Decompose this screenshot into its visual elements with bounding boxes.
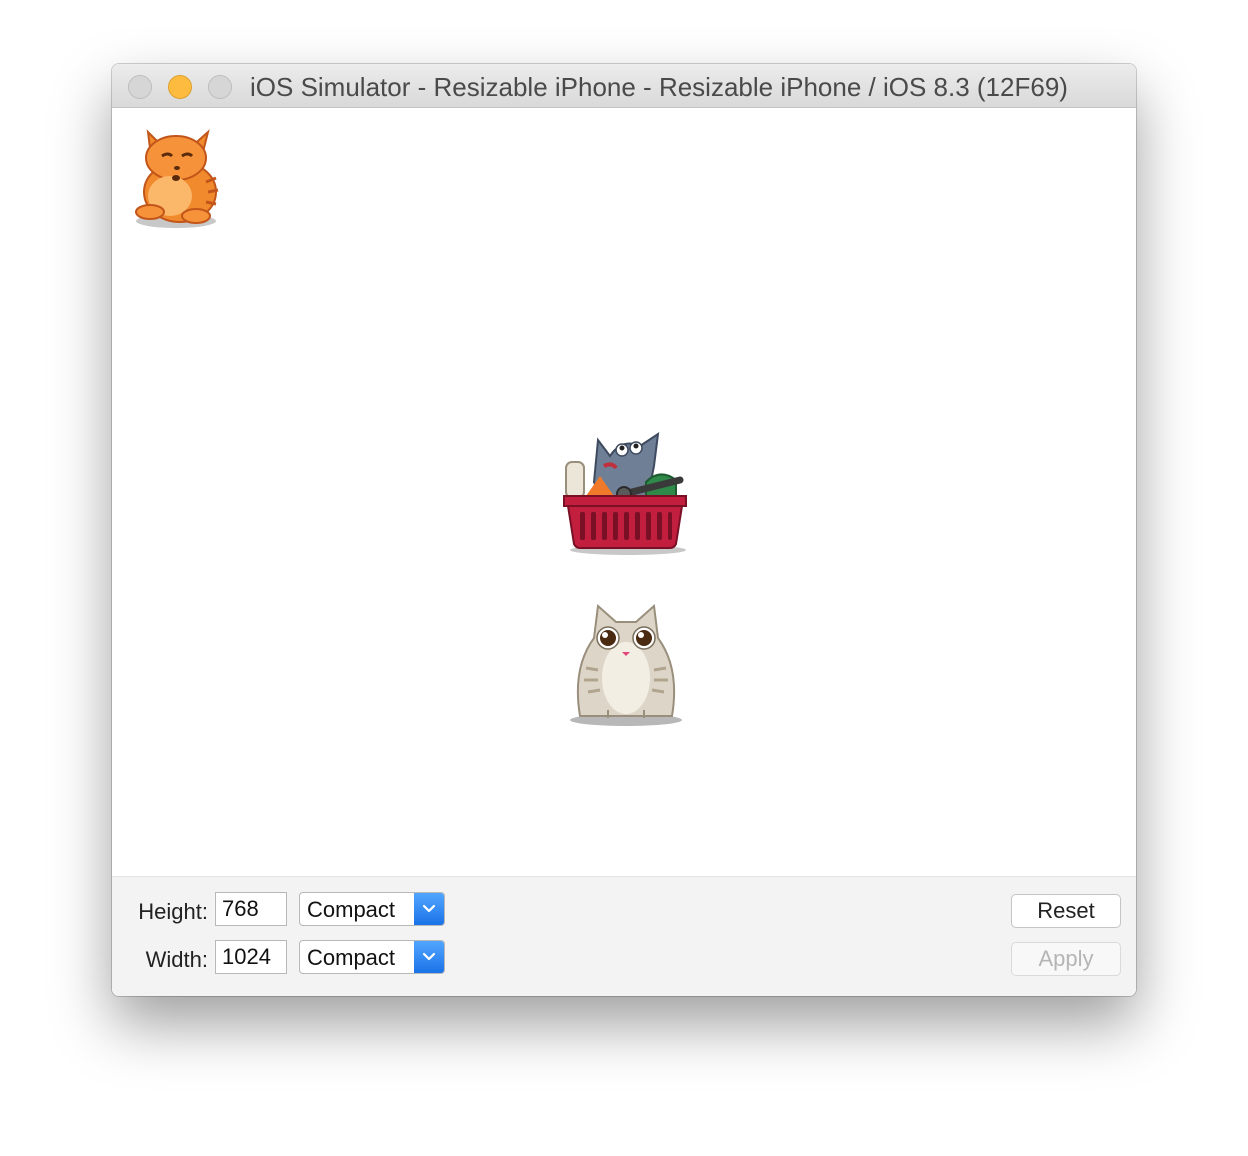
width-input[interactable] (215, 940, 287, 974)
height-size-class-select[interactable]: Compact (299, 892, 445, 926)
window-title: iOS Simulator - Resizable iPhone - Resiz… (250, 72, 1068, 102)
width-size-class-value: Compact (307, 945, 396, 970)
height-label: Height: (138, 899, 208, 924)
apply-button[interactable]: Apply (1011, 942, 1121, 976)
minimize-button[interactable] (168, 75, 192, 99)
size-controls-bar: Height: Compact Width: Compact Reset App… (112, 876, 1136, 996)
close-button[interactable] (128, 75, 152, 99)
beige-cat-sticker-icon[interactable] (568, 598, 684, 728)
width-size-class-select[interactable]: Compact (299, 940, 445, 974)
width-label: Width: (145, 947, 208, 972)
chevron-down-icon[interactable] (414, 941, 444, 973)
gray-cat-in-shopping-basket-icon[interactable] (560, 426, 688, 558)
height-input[interactable] (215, 892, 287, 926)
reset-button[interactable]: Reset (1011, 894, 1121, 928)
zoom-button[interactable] (208, 75, 232, 99)
simulator-window: iOS Simulator - Resizable iPhone - Resiz… (112, 64, 1136, 996)
simulator-screen[interactable] (112, 108, 1136, 876)
chevron-down-icon[interactable] (414, 893, 444, 925)
orange-cat-sticker-icon[interactable] (130, 126, 222, 230)
height-size-class-value: Compact (307, 897, 396, 922)
title-bar[interactable]: iOS Simulator - Resizable iPhone - Resiz… (112, 64, 1136, 108)
